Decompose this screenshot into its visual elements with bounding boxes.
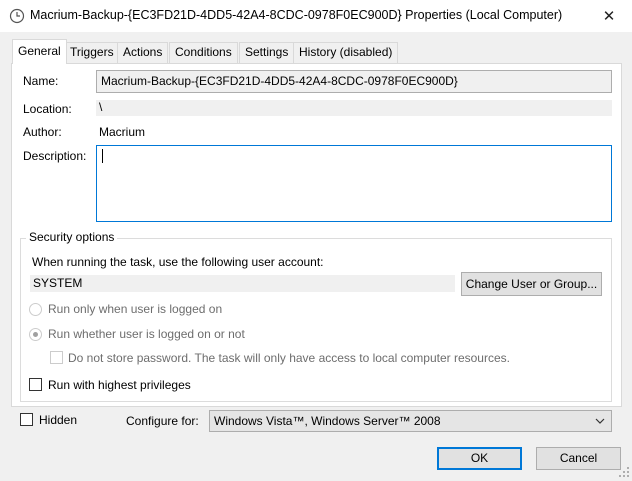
chevron-down-icon xyxy=(595,411,605,437)
location-label: Location: xyxy=(23,102,72,116)
text-cursor xyxy=(102,149,103,163)
tab-triggers[interactable]: Triggers xyxy=(64,42,120,63)
description-field[interactable] xyxy=(96,145,612,222)
cancel-button[interactable]: Cancel xyxy=(536,447,621,470)
run-whether-label: Run whether user is logged on or not xyxy=(48,327,245,341)
run-whether-radio[interactable] xyxy=(29,328,42,341)
name-field[interactable]: Macrium-Backup-{EC3FD21D-4DD5-42A4-8CDC-… xyxy=(96,70,612,93)
author-label: Author: xyxy=(23,125,62,139)
security-options-title: Security options xyxy=(26,230,118,244)
task-clock-icon xyxy=(9,8,25,24)
close-button[interactable]: ✕ xyxy=(586,0,632,32)
tab-general[interactable]: General xyxy=(12,39,67,64)
highest-privileges-checkbox[interactable] xyxy=(29,378,42,391)
tab-settings[interactable]: Settings xyxy=(239,42,295,63)
tab-history[interactable]: History (disabled) xyxy=(293,42,399,63)
configure-for-label: Configure for: xyxy=(126,414,199,428)
account-prompt: When running the task, use the following… xyxy=(32,255,324,269)
window-title: Macrium-Backup-{EC3FD21D-4DD5-42A4-8CDC-… xyxy=(30,8,563,22)
ok-button[interactable]: OK xyxy=(437,447,522,470)
run-logged-on-label: Run only when user is logged on xyxy=(48,302,223,316)
configure-for-value: Windows Vista™, Windows Server™ 2008 xyxy=(214,414,441,428)
tab-actions[interactable]: Actions xyxy=(117,42,169,63)
name-label: Name: xyxy=(23,74,59,88)
no-store-password-label: Do not store password. The task will onl… xyxy=(68,351,510,365)
resize-grip-icon[interactable] xyxy=(618,466,630,481)
author-value: Macrium xyxy=(99,125,146,139)
close-icon: ✕ xyxy=(602,8,616,25)
change-user-button[interactable]: Change User or Group... xyxy=(461,272,602,296)
hidden-checkbox[interactable] xyxy=(20,413,33,426)
user-account-field: SYSTEM xyxy=(30,275,455,292)
location-field: \ xyxy=(96,100,612,116)
run-logged-on-radio[interactable] xyxy=(29,303,42,316)
configure-for-select[interactable]: Windows Vista™, Windows Server™ 2008 xyxy=(209,410,612,432)
description-label: Description: xyxy=(23,149,87,163)
highest-privileges-label: Run with highest privileges xyxy=(48,378,191,392)
no-store-password-checkbox[interactable] xyxy=(50,351,63,364)
hidden-label: Hidden xyxy=(39,413,78,427)
tab-conditions[interactable]: Conditions xyxy=(169,42,238,63)
